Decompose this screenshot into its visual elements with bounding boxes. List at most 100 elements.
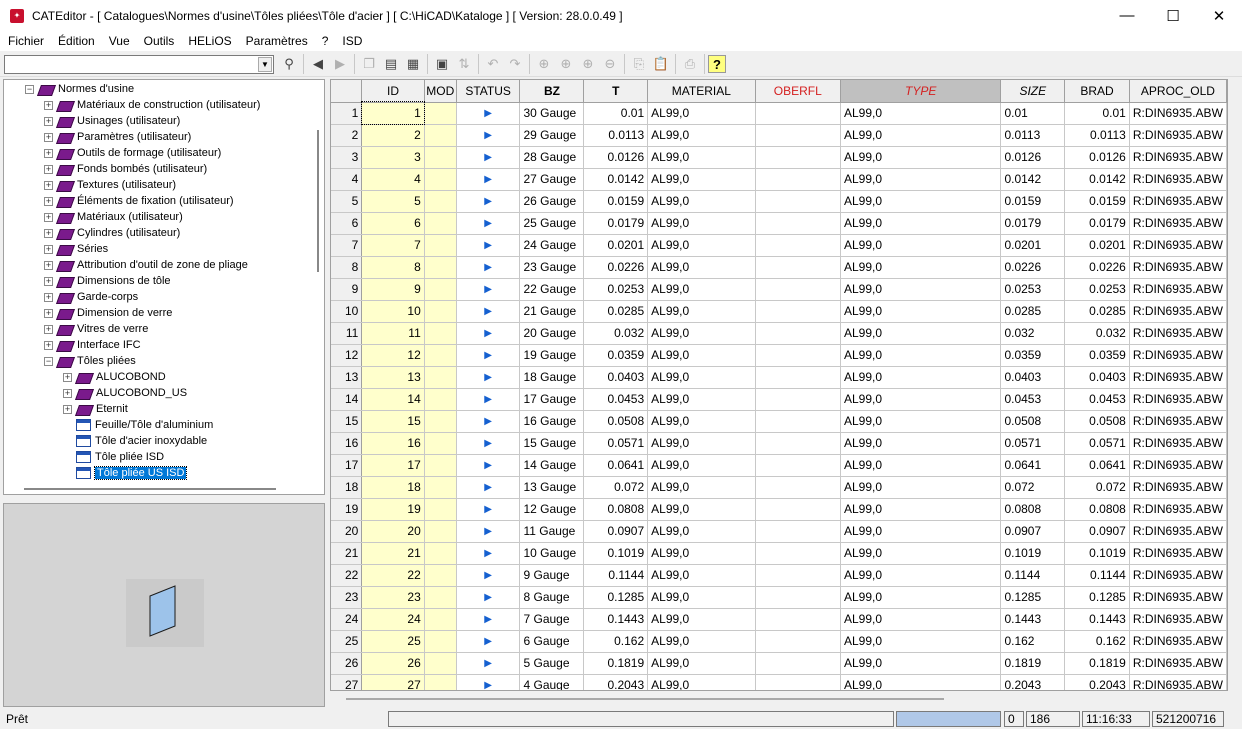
column-header[interactable]: SIZE <box>1000 80 1066 103</box>
table-cell[interactable] <box>424 608 457 631</box>
column-header[interactable] <box>331 80 363 103</box>
minimize-button[interactable]: — <box>1104 0 1150 31</box>
table-cell[interactable]: 15 Gauge <box>519 432 585 455</box>
table-cell[interactable]: 16 <box>361 432 425 455</box>
table-cell[interactable] <box>424 344 457 367</box>
table-cell[interactable]: 0.0201 <box>583 234 649 257</box>
table-cell[interactable]: 0.1019 <box>1000 542 1066 565</box>
table-cell[interactable]: 5 <box>361 190 425 213</box>
table-cell[interactable]: 0.1144 <box>1064 564 1130 587</box>
table-row[interactable]: 17 17 ▶ 14 Gauge 0.0641 AL99,0 AL99,0 0.0641 0.0… <box>331 454 1227 477</box>
table-cell[interactable]: 2 <box>361 124 425 147</box>
table-cell[interactable]: 23 <box>361 586 425 609</box>
table-cell[interactable] <box>755 344 841 367</box>
table-cell[interactable]: 0.1144 <box>583 564 649 587</box>
row-header[interactable]: 9 <box>331 278 363 301</box>
table-cell[interactable]: 14 <box>361 388 425 411</box>
table-cell[interactable] <box>424 212 457 235</box>
row-header[interactable]: 13 <box>331 366 363 389</box>
table-cell[interactable]: 26 Gauge <box>519 190 585 213</box>
table-cell[interactable] <box>424 278 457 301</box>
tree-node[interactable]: + Éléments de fixation (utilisateur) <box>44 193 234 209</box>
table-cell[interactable]: R:DIN6935.ABW <box>1129 278 1227 301</box>
table-cell[interactable]: AL99,0 <box>647 564 756 587</box>
table-cell[interactable]: 0.0179 <box>1064 212 1130 235</box>
table-cell[interactable]: 9 <box>361 278 425 301</box>
table-cell[interactable]: 6 Gauge <box>519 630 585 653</box>
table-cell[interactable] <box>424 498 457 521</box>
table-cell[interactable]: 0.01 <box>1064 102 1130 125</box>
status-cell[interactable]: ▶ <box>456 608 521 631</box>
table-cell[interactable]: 0.0403 <box>583 366 649 389</box>
table-cell[interactable] <box>424 146 457 169</box>
table-row[interactable]: 5 5 ▶ 26 Gauge 0.0159 AL99,0 AL99,0 0.0159 0.015… <box>331 190 1227 213</box>
table-cell[interactable]: 0.2043 <box>1064 674 1130 690</box>
column-header[interactable]: OBERFL <box>755 80 841 103</box>
table-cell[interactable]: R:DIN6935.ABW <box>1129 124 1227 147</box>
table-cell[interactable]: R:DIN6935.ABW <box>1129 410 1227 433</box>
table-cell[interactable]: 11 Gauge <box>519 520 585 543</box>
table-cell[interactable] <box>424 124 457 147</box>
row-header[interactable]: 16 <box>331 432 363 455</box>
table-cell[interactable]: AL99,0 <box>647 190 756 213</box>
status-cell[interactable]: ▶ <box>456 168 521 191</box>
table-cell[interactable]: 0.0453 <box>1064 388 1130 411</box>
table-cell[interactable]: 0.0159 <box>1000 190 1066 213</box>
table-cell[interactable]: AL99,0 <box>840 190 1002 213</box>
table-cell[interactable] <box>424 586 457 609</box>
table-cell[interactable]: AL99,0 <box>840 608 1002 631</box>
table-cell[interactable]: AL99,0 <box>840 630 1002 653</box>
row-header[interactable]: 26 <box>331 652 363 675</box>
row-header[interactable]: 19 <box>331 498 363 521</box>
table-cell[interactable]: 0.0179 <box>1000 212 1066 235</box>
tree-node[interactable]: + Eternit <box>63 401 128 417</box>
table-cell[interactable]: R:DIN6935.ABW <box>1129 322 1227 345</box>
tree-node[interactable]: + Vitres de verre <box>44 321 148 337</box>
status-cell[interactable]: ▶ <box>456 542 521 565</box>
table-cell[interactable]: R:DIN6935.ABW <box>1129 454 1227 477</box>
table-cell[interactable]: R:DIN6935.ABW <box>1129 674 1227 690</box>
table-cell[interactable]: R:DIN6935.ABW <box>1129 102 1227 125</box>
row-header[interactable]: 27 <box>331 674 363 690</box>
table-cell[interactable] <box>424 388 457 411</box>
table-cell[interactable]: AL99,0 <box>647 586 756 609</box>
table-cell[interactable] <box>755 564 841 587</box>
redo-icon[interactable]: ↷ <box>504 53 526 75</box>
row-header[interactable]: 8 <box>331 256 363 279</box>
table-cell[interactable]: 0.0808 <box>1000 498 1066 521</box>
table-cell[interactable]: 26 <box>361 652 425 675</box>
tree-node[interactable]: + Dimension de verre <box>44 305 172 321</box>
status-cell[interactable]: ▶ <box>456 630 521 653</box>
add-row-icon[interactable]: ⊕ <box>533 53 555 75</box>
menu-fichier[interactable]: Fichier <box>0 34 50 48</box>
table-cell[interactable] <box>424 476 457 499</box>
expand-icon[interactable]: + <box>44 132 53 142</box>
table-cell[interactable]: 18 <box>361 476 425 499</box>
column-header[interactable]: STATUS <box>456 80 521 103</box>
table-row[interactable]: 18 18 ▶ 13 Gauge 0.072 AL99,0 AL99,0 0.072 0.072… <box>331 476 1227 499</box>
column-header[interactable]: MATERIAL <box>647 80 756 103</box>
table-cell[interactable]: 27 <box>361 674 425 690</box>
expand-icon[interactable]: + <box>44 212 53 222</box>
table-cell[interactable]: R:DIN6935.ABW <box>1129 168 1227 191</box>
undo-icon[interactable]: ↶ <box>482 53 504 75</box>
table-cell[interactable]: R:DIN6935.ABW <box>1129 586 1227 609</box>
table-cell[interactable]: AL99,0 <box>840 102 1002 125</box>
table-cell[interactable]: 0.1443 <box>583 608 649 631</box>
table-cell[interactable]: 30 Gauge <box>519 102 585 125</box>
status-cell[interactable]: ▶ <box>456 344 521 367</box>
table-cell[interactable] <box>424 234 457 257</box>
table-cell[interactable]: AL99,0 <box>840 498 1002 521</box>
table-cell[interactable]: AL99,0 <box>647 322 756 345</box>
table-cell[interactable]: R:DIN6935.ABW <box>1129 630 1227 653</box>
status-cell[interactable]: ▶ <box>456 256 521 279</box>
table-cell[interactable]: 0.0453 <box>583 388 649 411</box>
table-row[interactable]: 24 24 ▶ 7 Gauge 0.1443 AL99,0 AL99,0 0.1443 0.14… <box>331 608 1227 631</box>
table-cell[interactable]: AL99,0 <box>840 168 1002 191</box>
table-cell[interactable]: 0.0253 <box>583 278 649 301</box>
table-cell[interactable] <box>755 542 841 565</box>
row-header[interactable]: 22 <box>331 564 363 587</box>
close-button[interactable]: ✕ <box>1196 0 1242 31</box>
table-cell[interactable]: AL99,0 <box>840 300 1002 323</box>
status-cell[interactable]: ▶ <box>456 586 521 609</box>
